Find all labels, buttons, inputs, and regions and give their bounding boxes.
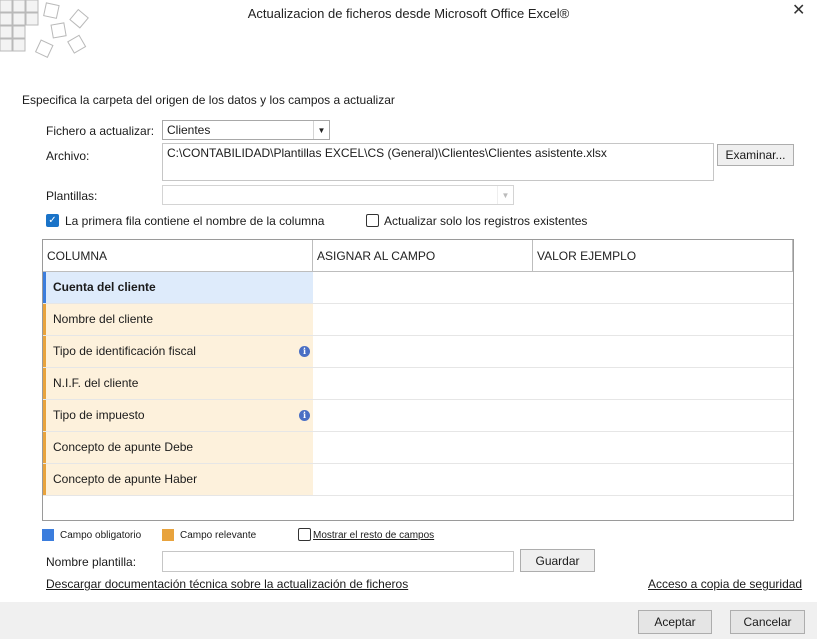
cell-valor (533, 400, 793, 431)
cell-columna-text: Concepto de apunte Debe (53, 440, 194, 454)
chevron-down-icon[interactable]: ▼ (497, 186, 513, 204)
info-icon[interactable]: i (299, 346, 310, 357)
cell-valor (533, 368, 793, 399)
cell-asignar[interactable] (313, 304, 533, 335)
plantillas-select[interactable]: ▼ (162, 185, 514, 205)
nombre-plantilla-label: Nombre plantilla: (46, 555, 137, 569)
obligatorio-swatch (42, 529, 54, 541)
cell-columna-text: Tipo de impuesto (53, 408, 145, 422)
cell-asignar[interactable] (313, 368, 533, 399)
close-icon[interactable]: ✕ (792, 0, 805, 20)
cell-columna: Cuenta del cliente (43, 272, 313, 303)
grid-header: COLUMNA ASIGNAR AL CAMPO VALOR EJEMPLO (43, 240, 793, 272)
chevron-down-icon[interactable]: ▼ (313, 121, 329, 139)
table-row[interactable]: Cuenta del cliente (43, 272, 793, 304)
plantillas-label: Plantillas: (46, 189, 98, 203)
mostrar-resto-label[interactable]: Mostrar el resto de campos (313, 530, 434, 541)
cell-columna: Concepto de apunte Haber (43, 464, 313, 495)
cell-columna-text: Nombre del cliente (53, 312, 154, 326)
relevante-swatch (162, 529, 174, 541)
cell-columna: N.I.F. del cliente (43, 368, 313, 399)
cancelar-button[interactable]: Cancelar (730, 610, 805, 634)
cell-asignar[interactable] (313, 432, 533, 463)
cell-columna-text: Concepto de apunte Haber (53, 472, 198, 486)
actualizar-existentes-checkbox[interactable] (366, 214, 379, 227)
cell-valor (533, 432, 793, 463)
table-row[interactable]: Concepto de apunte Debe (43, 432, 793, 464)
header-asignar[interactable]: ASIGNAR AL CAMPO (313, 240, 533, 272)
table-row[interactable]: N.I.F. del cliente (43, 368, 793, 400)
fichero-select[interactable]: Clientes ▼ (162, 120, 330, 140)
cell-asignar[interactable] (313, 464, 533, 495)
cell-columna-text: N.I.F. del cliente (53, 376, 139, 390)
examinar-button[interactable]: Examinar... (717, 144, 794, 166)
cell-valor (533, 336, 793, 367)
aceptar-button[interactable]: Aceptar (638, 610, 712, 634)
dialog-footer: Aceptar Cancelar (0, 602, 817, 639)
fichero-select-value: Clientes (167, 123, 211, 137)
cell-columna: Tipo de impuesto i (43, 400, 313, 431)
header-valor[interactable]: VALOR EJEMPLO (533, 240, 793, 272)
cell-asignar[interactable] (313, 400, 533, 431)
cell-columna: Concepto de apunte Debe (43, 432, 313, 463)
copia-seguridad-link[interactable]: Acceso a copia de seguridad (648, 577, 802, 591)
cell-valor (533, 464, 793, 495)
cell-columna: Tipo de identificación fiscal i (43, 336, 313, 367)
cell-columna-text: Cuenta del cliente (53, 280, 156, 294)
nombre-plantilla-input[interactable] (162, 551, 514, 572)
mostrar-resto-checkbox[interactable] (298, 528, 311, 541)
table-row[interactable]: Tipo de impuesto i (43, 400, 793, 432)
descargar-doc-link[interactable]: Descargar documentación técnica sobre la… (46, 577, 408, 591)
table-row[interactable]: Tipo de identificación fiscal i (43, 336, 793, 368)
obligatorio-label: Campo obligatorio (60, 530, 142, 541)
archivo-field[interactable]: C:\CONTABILIDAD\Plantillas EXCEL\CS (Gen… (162, 143, 714, 181)
archivo-value: C:\CONTABILIDAD\Plantillas EXCEL\CS (Gen… (167, 146, 607, 160)
mapping-grid: COLUMNA ASIGNAR AL CAMPO VALOR EJEMPLO C… (42, 239, 794, 521)
archivo-label: Archivo: (46, 149, 90, 163)
cell-valor (533, 272, 793, 303)
header-columna[interactable]: COLUMNA (43, 240, 313, 272)
fichero-label: Fichero a actualizar: (46, 124, 155, 138)
table-row[interactable]: Nombre del cliente (43, 304, 793, 336)
cell-columna-text: Tipo de identificación fiscal (53, 344, 196, 358)
primera-fila-label: La primera fila contiene el nombre de la… (65, 214, 325, 228)
primera-fila-checkbox[interactable]: ✓ (46, 214, 59, 227)
window-title: Actualizacion de ficheros desde Microsof… (247, 6, 570, 21)
cell-columna: Nombre del cliente (43, 304, 313, 335)
cell-asignar[interactable] (313, 336, 533, 367)
cell-asignar[interactable] (313, 272, 533, 303)
table-row[interactable]: Concepto de apunte Haber (43, 464, 793, 496)
actualizar-existentes-label: Actualizar solo los registros existentes (384, 214, 588, 228)
info-icon[interactable]: i (299, 410, 310, 421)
guardar-button[interactable]: Guardar (520, 549, 595, 572)
instructions-text: Especifica la carpeta del origen de los … (22, 93, 395, 107)
cell-valor (533, 304, 793, 335)
relevante-label: Campo relevante (180, 530, 257, 541)
